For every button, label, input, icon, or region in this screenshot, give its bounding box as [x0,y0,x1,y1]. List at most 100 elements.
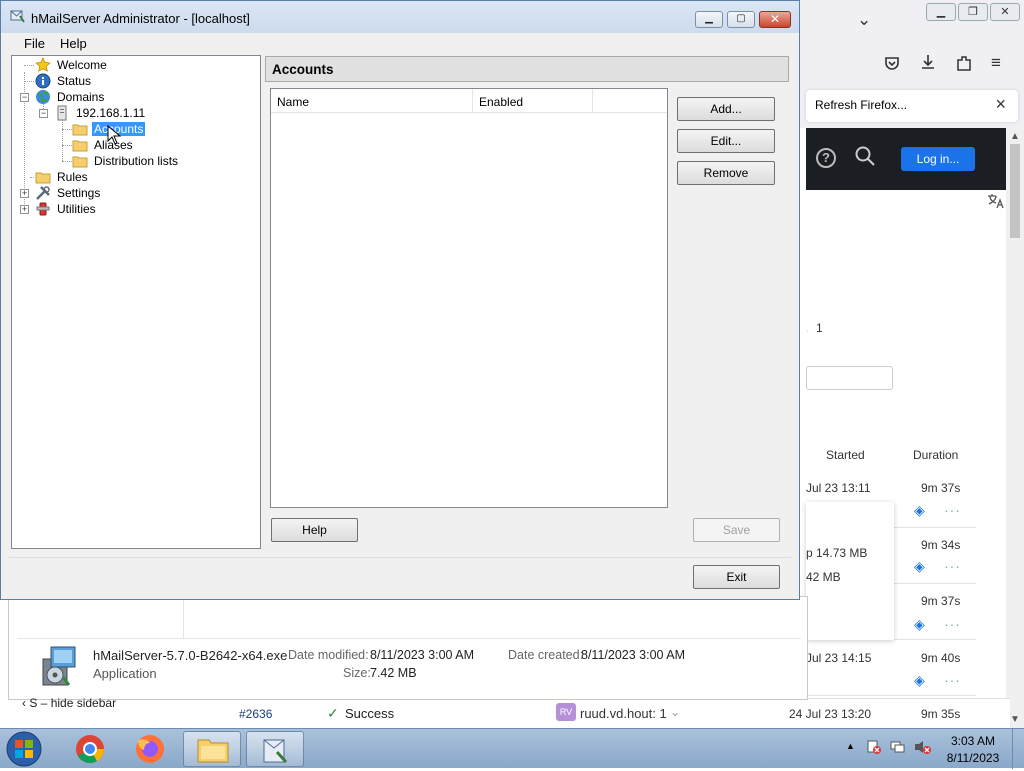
file-name: hMailServer-5.7.0-B2642-x64.exe [93,648,288,663]
taskbar-hmailserver[interactable] [246,731,304,767]
column-header-enabled[interactable]: Enabled [473,89,593,113]
pagination-fragment[interactable]: 1 [816,321,823,335]
windows-logo-icon [6,731,42,767]
menu-help[interactable]: Help [60,36,87,51]
table-row[interactable]: Jul 23 14:15 9m 40s ◈ ··· [806,640,976,696]
date-created-label: Date created: [508,648,584,662]
clock-time[interactable]: 3:03 AM [938,734,1008,748]
downloads-icon[interactable] [919,53,937,76]
server-icon [57,105,67,121]
add-button[interactable]: Add... [677,97,775,121]
folder-icon [197,739,229,763]
notification-tab[interactable]: Refresh Firefox... × [806,90,1018,122]
scroll-up-icon[interactable]: ▲ [1010,131,1020,142]
show-desktop-button[interactable] [1012,729,1024,769]
more-icon[interactable]: ··· [944,672,961,688]
build-duration: 9m 35s [921,707,961,721]
tab-list-chevron-icon[interactable]: ⌄ [857,10,871,30]
globe-icon [36,90,50,104]
clock-date[interactable]: 8/11/2023 [938,751,1008,765]
help-button[interactable]: Help [271,518,358,542]
page-scrollbar[interactable]: ▲ ▼ [1006,128,1024,728]
taskbar-firefox[interactable] [121,731,179,767]
title-bar[interactable]: hMailServer Administrator - [localhost] … [1,1,799,33]
info-icon [35,73,51,89]
scroll-down-icon[interactable]: ▼ [1010,714,1020,725]
menu-bar: File Help [2,33,798,53]
build-user[interactable]: ruud.vd.hout: 1 [580,706,667,721]
collapse-domain-icon[interactable]: − [39,109,48,118]
menu-file[interactable]: File [24,36,45,51]
pocket-icon[interactable] [883,54,901,77]
filter-input[interactable] [806,366,893,390]
mouse-cursor-icon [107,125,121,145]
scrollbar-thumb[interactable] [1010,144,1020,238]
utilities-icon [36,202,50,216]
taskbar: ▲ 3:03 AM 8/11/2023 [0,728,1024,769]
build-started: 24 Jul 23 13:20 [789,707,872,721]
expand-settings-icon[interactable]: + [20,189,29,198]
layers-icon[interactable]: ◈ [914,672,925,689]
browser-restore-button[interactable]: ❐ [958,3,988,21]
network-icon[interactable] [890,739,906,758]
tools-icon [36,186,50,200]
remove-button[interactable]: Remove [677,161,775,185]
success-check-icon: ✓ [327,705,339,721]
layers-icon[interactable]: ◈ [914,616,925,633]
folder-icon [72,124,88,136]
date-modified-label: Date modified: [288,648,369,662]
exit-button[interactable]: Exit [693,565,780,589]
action-center-icon[interactable] [866,739,882,758]
hmailserver-admin-window: hMailServer Administrator - [localhost] … [0,0,800,600]
taskbar-file-explorer[interactable] [183,731,241,767]
browser-minimize-button[interactable]: ▁ [926,3,956,21]
hamburger-menu-icon[interactable]: ≡ [991,53,1001,73]
hide-sidebar-link[interactable]: ‹ S – hide sidebar [22,696,116,710]
minimize-button[interactable]: ▁ [695,11,723,28]
column-header-filler [593,89,667,113]
explorer-strip [17,597,801,639]
browser-close-button[interactable]: ✕ [990,3,1020,21]
site-header: ? Log in... [806,128,1006,190]
edit-button[interactable]: Edit... [677,129,775,153]
installer-icon [35,645,81,689]
app-icon [10,10,25,23]
panel-header: Accounts [265,56,789,82]
collapse-domains-icon[interactable]: − [20,93,29,102]
column-header-name[interactable]: Name [271,89,473,113]
taskbar-chrome[interactable] [61,731,119,767]
panel-title: Accounts [272,62,334,77]
date-modified-value: 8/11/2023 3:00 AM [370,648,475,662]
folder-icon [72,140,88,152]
avatar: RV [556,703,576,721]
expand-utilities-icon[interactable]: + [20,205,29,214]
file-type: Application [93,666,157,681]
folder-icon [35,172,51,184]
star-icon [35,57,51,72]
close-button[interactable]: ✕ [759,11,791,28]
start-button[interactable] [4,730,48,768]
extensions-icon[interactable] [955,54,973,77]
navigation-tree[interactable]: − − + + Welcome Status Domains 192.168.1… [11,55,261,549]
accounts-list[interactable]: Name Enabled [270,88,668,508]
more-icon[interactable]: ··· [944,502,961,518]
more-icon[interactable]: ··· [944,616,961,632]
volume-muted-icon[interactable] [914,739,932,758]
size-label: Size: [343,666,371,680]
chevron-down-icon[interactable]: ⌄ [670,705,680,719]
column-started: Started [826,448,865,462]
login-button[interactable]: Log in... [901,147,975,171]
help-icon[interactable]: ? [816,148,836,168]
artifact-popup: p 14.73 MB 42 MB [806,502,894,640]
close-icon[interactable]: × [995,94,1006,115]
translate-icon[interactable] [986,192,1004,213]
more-icon[interactable]: ··· [944,558,961,574]
search-icon[interactable] [854,145,876,173]
show-hidden-icons-icon[interactable]: ▲ [846,741,855,751]
save-button[interactable]: Save [693,518,780,542]
build-number-link[interactable]: #2636 [239,707,272,721]
layers-icon[interactable]: ◈ [914,502,925,519]
firefox-icon [136,735,164,763]
layers-icon[interactable]: ◈ [914,558,925,575]
maximize-button[interactable]: ▢ [727,11,755,28]
